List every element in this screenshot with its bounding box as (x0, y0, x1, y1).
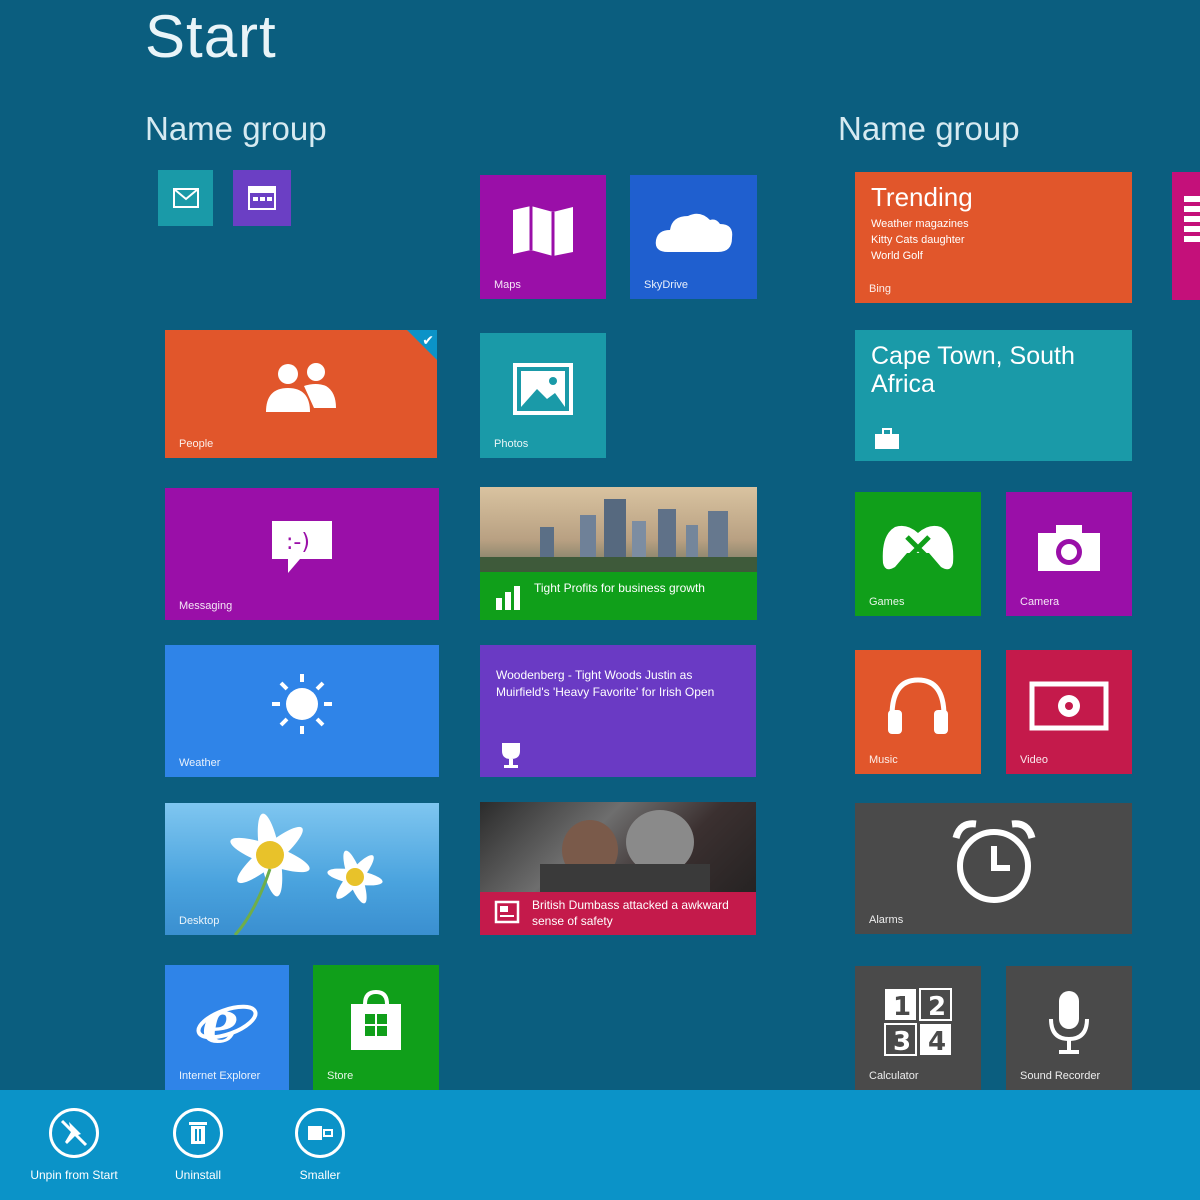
photos-tile[interactable]: Photos (480, 333, 606, 458)
messaging-label: Messaging (179, 600, 233, 612)
news-photo-image (540, 810, 710, 894)
skydrive-label: SkyDrive (644, 279, 689, 291)
finance-tile[interactable]: Tight Profits for business growth (480, 487, 757, 620)
news-tile[interactable]: British Dumbass attacked a awkward sense… (480, 802, 756, 935)
games-label: Games (869, 596, 905, 608)
microphone-icon (1049, 990, 1089, 1054)
news-icon (494, 900, 520, 924)
suitcase-icon (875, 428, 899, 449)
finance-headline: Tight Profits for business growth (534, 581, 705, 595)
unpin-icon (49, 1108, 99, 1158)
headphones-icon (888, 677, 948, 734)
messaging-tile[interactable]: :-) Messaging (165, 488, 439, 620)
uninstall-label: Uninstall (174, 1168, 222, 1182)
games-tile[interactable]: Games (855, 492, 981, 616)
photos-label: Photos (494, 438, 529, 450)
people-tile[interactable]: People ✔ (165, 330, 437, 458)
sound-recorder-tile[interactable]: Sound Recorder (1006, 966, 1132, 1090)
city-skyline-image (480, 499, 757, 577)
resize-icon (295, 1108, 345, 1158)
internet-explorer-tile[interactable]: e Internet Explorer (165, 965, 289, 1090)
weather-label: Weather (179, 757, 221, 769)
mail-small-tile[interactable] (158, 170, 213, 226)
group-name-1[interactable]: Name group (145, 110, 327, 148)
smaller-label: Smaller (299, 1168, 341, 1182)
photo-icon (513, 363, 573, 416)
store-icon (351, 990, 401, 1051)
trophy-icon (502, 743, 520, 768)
sports-headline: Woodenberg - Tight Woods Justin as Muirf… (496, 668, 715, 699)
store-tile[interactable]: Store (313, 965, 439, 1090)
music-label: Music (869, 754, 898, 766)
offscreen-tile-icon (1184, 196, 1200, 242)
chart-icon (496, 586, 520, 610)
map-icon (513, 205, 573, 256)
chat-icon: :-) (272, 521, 332, 574)
smaller-button[interactable]: Smaller (260, 1108, 380, 1182)
bing-trend-item: Kitty Cats daughter (871, 234, 965, 246)
video-icon (1029, 681, 1109, 731)
people-label: People (179, 438, 214, 450)
calculator-icon: 1 2 3 4 (884, 987, 952, 1057)
uninstall-button[interactable]: Uninstall (138, 1108, 258, 1182)
gamepad-icon (882, 525, 954, 570)
desktop-label: Desktop (179, 915, 220, 927)
bing-title: Trending (871, 182, 973, 212)
ie-icon: e (196, 992, 258, 1050)
desktop-tile[interactable]: Desktop (165, 803, 439, 935)
calculator-tile[interactable]: 1 2 3 4 Calculator (855, 966, 981, 1090)
people-icon (266, 362, 336, 412)
bing-label: Bing (869, 283, 892, 295)
page-title: Start (145, 3, 277, 70)
alarms-tile[interactable]: Alarms (855, 803, 1132, 934)
svg-text:2: 2 (928, 992, 946, 1022)
weather-tile[interactable]: Weather (165, 645, 439, 777)
calculator-label: Calculator (869, 1070, 919, 1082)
travel-title: Cape Town, South Africa (871, 342, 1075, 398)
internet-explorer-label: Internet Explorer (179, 1070, 261, 1082)
finance-caption-bar: Tight Profits for business growth (480, 572, 757, 620)
sports-tile[interactable]: Woodenberg - Tight Woods Justin as Muirf… (480, 645, 756, 777)
travel-tile[interactable]: Cape Town, South Africa (855, 330, 1132, 461)
bing-trend-item: Weather magazines (871, 218, 969, 230)
camera-label: Camera (1020, 596, 1060, 608)
alarms-label: Alarms (869, 914, 904, 926)
bing-trending-list: Weather magazines Kitty Cats daughter Wo… (871, 216, 1118, 264)
cloud-icon (655, 213, 732, 252)
uninstall-icon (173, 1108, 223, 1158)
calendar-icon (248, 186, 276, 210)
store-label: Store (327, 1070, 354, 1082)
unpin-from-start-label: Unpin from Start (30, 1168, 118, 1182)
group-name-2[interactable]: Name group (838, 110, 1020, 148)
unpin-from-start-button[interactable]: Unpin from Start (14, 1108, 134, 1182)
news-caption-bar: British Dumbass attacked a awkward sense… (480, 892, 756, 935)
alarm-clock-icon (952, 820, 1035, 903)
camera-tile[interactable]: Camera (1006, 492, 1132, 616)
video-tile[interactable]: Video (1006, 650, 1132, 774)
svg-text:4: 4 (928, 1027, 946, 1057)
news-headline: British Dumbass attacked a awkward sense… (532, 898, 729, 928)
video-label: Video (1020, 754, 1048, 766)
music-tile[interactable]: Music (855, 650, 981, 774)
offscreen-tile[interactable] (1172, 172, 1200, 300)
sun-icon (272, 674, 332, 735)
skydrive-tile[interactable]: SkyDrive (630, 175, 757, 299)
camera-icon (1038, 524, 1100, 571)
mail-icon (172, 188, 199, 208)
calendar-small-tile[interactable] (233, 170, 291, 226)
bing-tile[interactable]: Trending Weather magazines Kitty Cats da… (855, 172, 1132, 303)
svg-text:3: 3 (893, 1027, 911, 1057)
app-bar: Unpin from Start Uninstall Smaller (0, 1090, 1200, 1200)
svg-text:1: 1 (893, 992, 911, 1022)
svg-text::-): :-) (286, 530, 310, 555)
maps-label: Maps (494, 279, 521, 291)
sound-recorder-label: Sound Recorder (1020, 1070, 1101, 1082)
checkmark-icon: ✔ (422, 332, 434, 348)
maps-tile[interactable]: Maps (480, 175, 606, 299)
bing-trend-item: World Golf (871, 250, 923, 262)
